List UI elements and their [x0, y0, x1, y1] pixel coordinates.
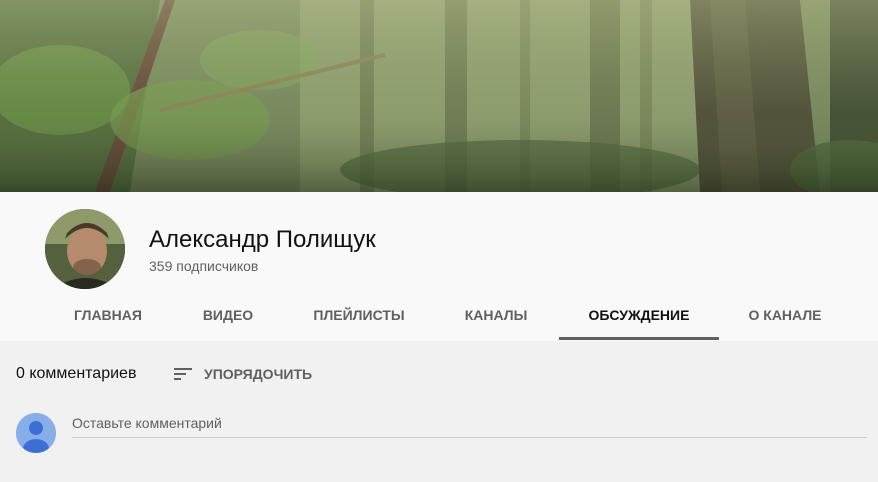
sort-icon	[174, 368, 192, 380]
tab-discussion[interactable]: ОБСУЖДЕНИЕ	[559, 290, 719, 340]
sort-label: УПОРЯДОЧИТЬ	[204, 366, 313, 382]
tab-about[interactable]: О КАНАЛЕ	[740, 290, 830, 340]
channel-avatar-photo	[45, 209, 125, 289]
forest-banner-image	[0, 0, 878, 192]
channel-title: Александр Полищук	[149, 226, 376, 253]
tab-home[interactable]: ГЛАВНАЯ	[64, 290, 152, 340]
default-user-icon	[16, 413, 56, 453]
tab-channels[interactable]: КАНАЛЫ	[452, 290, 540, 340]
discussion-section: 0 комментариев УПОРЯДОЧИТЬ Оставьте комм…	[0, 341, 878, 482]
comment-input[interactable]: Оставьте комментарий	[72, 413, 867, 438]
subscriber-count: 359 подписчиков	[149, 258, 259, 274]
channel-tabs: ГЛАВНАЯ ВИДЕО ПЛЕЙЛИСТЫ КАНАЛЫ ОБСУЖДЕНИ…	[0, 290, 878, 340]
channel-avatar[interactable]	[45, 209, 125, 289]
tab-playlists[interactable]: ПЛЕЙЛИСТЫ	[300, 290, 418, 340]
channel-banner	[0, 0, 878, 192]
comment-count: 0 комментариев	[16, 365, 137, 382]
channel-header: Александр Полищук 359 подписчиков ГЛАВНА…	[0, 192, 878, 341]
default-user-avatar	[16, 413, 56, 453]
sort-button[interactable]: УПОРЯДОЧИТЬ	[172, 361, 312, 387]
tab-videos[interactable]: ВИДЕО	[188, 290, 268, 340]
